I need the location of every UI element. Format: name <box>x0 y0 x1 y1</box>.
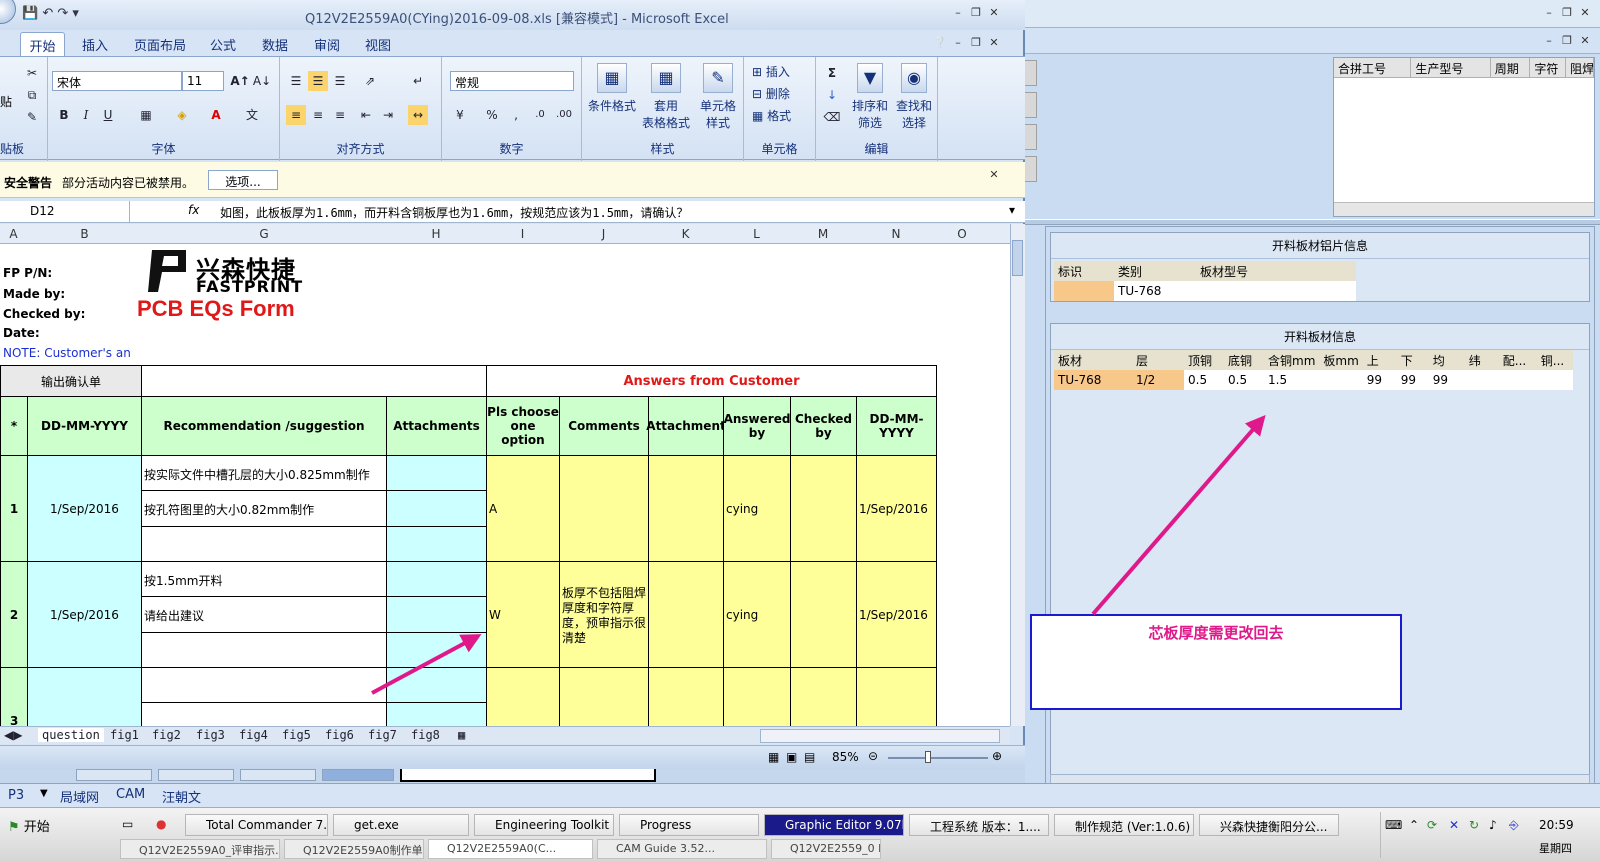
taskbar-item[interactable]: 制作规范 (Ver:1.0.6) <box>1054 814 1194 836</box>
taskbar-item[interactable]: Q12V2E2559_0 Layout... <box>771 839 881 859</box>
annotation-arrows <box>371 414 1266 695</box>
annotation-arrow <box>371 634 482 695</box>
refresh-icon[interactable]: ⟳ <box>1427 818 1437 832</box>
cam-item: CAM <box>116 787 146 802</box>
quicklaunch-icon[interactable]: ● <box>156 817 166 831</box>
taskbar-item[interactable]: Progress <box>619 814 759 836</box>
taskbar-item[interactable]: Q12V2E2559A0制作单... <box>284 839 424 859</box>
start-button[interactable]: ⚑ 开始 <box>2 814 56 836</box>
system-tray: ⌨ ⌃ ⟳ ✕ ↻ ♪ ⎆ 20:59 星期四 <box>1380 812 1595 858</box>
chevron-up-icon[interactable]: ⌃ <box>1409 818 1419 832</box>
taskbar-item[interactable]: Total Commander 7.0 ... <box>185 814 328 836</box>
keyboard-icon[interactable]: ⌨ <box>1385 818 1402 832</box>
taskbar-item[interactable]: Engineering Toolkit 9.... <box>474 814 614 836</box>
taskbar-item[interactable]: Q12V2E2559A0_评审指示... <box>120 839 280 859</box>
clock-day: 星期四 <box>1539 842 1572 855</box>
taskbar-item[interactable]: 兴森快捷衡阳分公... <box>1199 814 1339 836</box>
windows-logo-icon: ⚑ <box>8 820 24 835</box>
taskbar: ⚑ 开始 ▭ ● Total Commander 7.0 ... get.exe… <box>0 807 1600 861</box>
dropdown-icon[interactable]: ▼ <box>40 788 48 799</box>
clock-time[interactable]: 20:59 <box>1539 818 1574 832</box>
desktop-icon[interactable]: ▭ <box>122 817 133 831</box>
station-select[interactable]: P3 <box>8 788 24 803</box>
taskbar-item[interactable]: Q12V2E2559A0(C... <box>428 839 593 859</box>
volume-icon[interactable]: ♪ <box>1489 818 1497 832</box>
user-item: 汪朝文 <box>162 791 202 806</box>
tools-icon[interactable]: ✕ <box>1449 818 1459 832</box>
sync-icon[interactable]: ↻ <box>1469 818 1479 832</box>
taskbar-item-active[interactable]: Graphic Editor 9.07b2... <box>764 814 904 836</box>
network-item: 局域网 <box>60 791 100 806</box>
taskbar-item[interactable]: 工程系统 版本：1.... <box>909 814 1049 836</box>
annotation-arrow <box>1091 414 1266 616</box>
bluetooth-icon[interactable]: ⎆ <box>1509 818 1519 833</box>
taskbar-item[interactable]: get.exe <box>333 814 469 836</box>
taskbar-item[interactable]: CAM Guide 3.52... <box>597 839 767 859</box>
bottom-status-bar: P3 ▼ 局域网 CAM 汪朝文 <box>0 783 1600 807</box>
